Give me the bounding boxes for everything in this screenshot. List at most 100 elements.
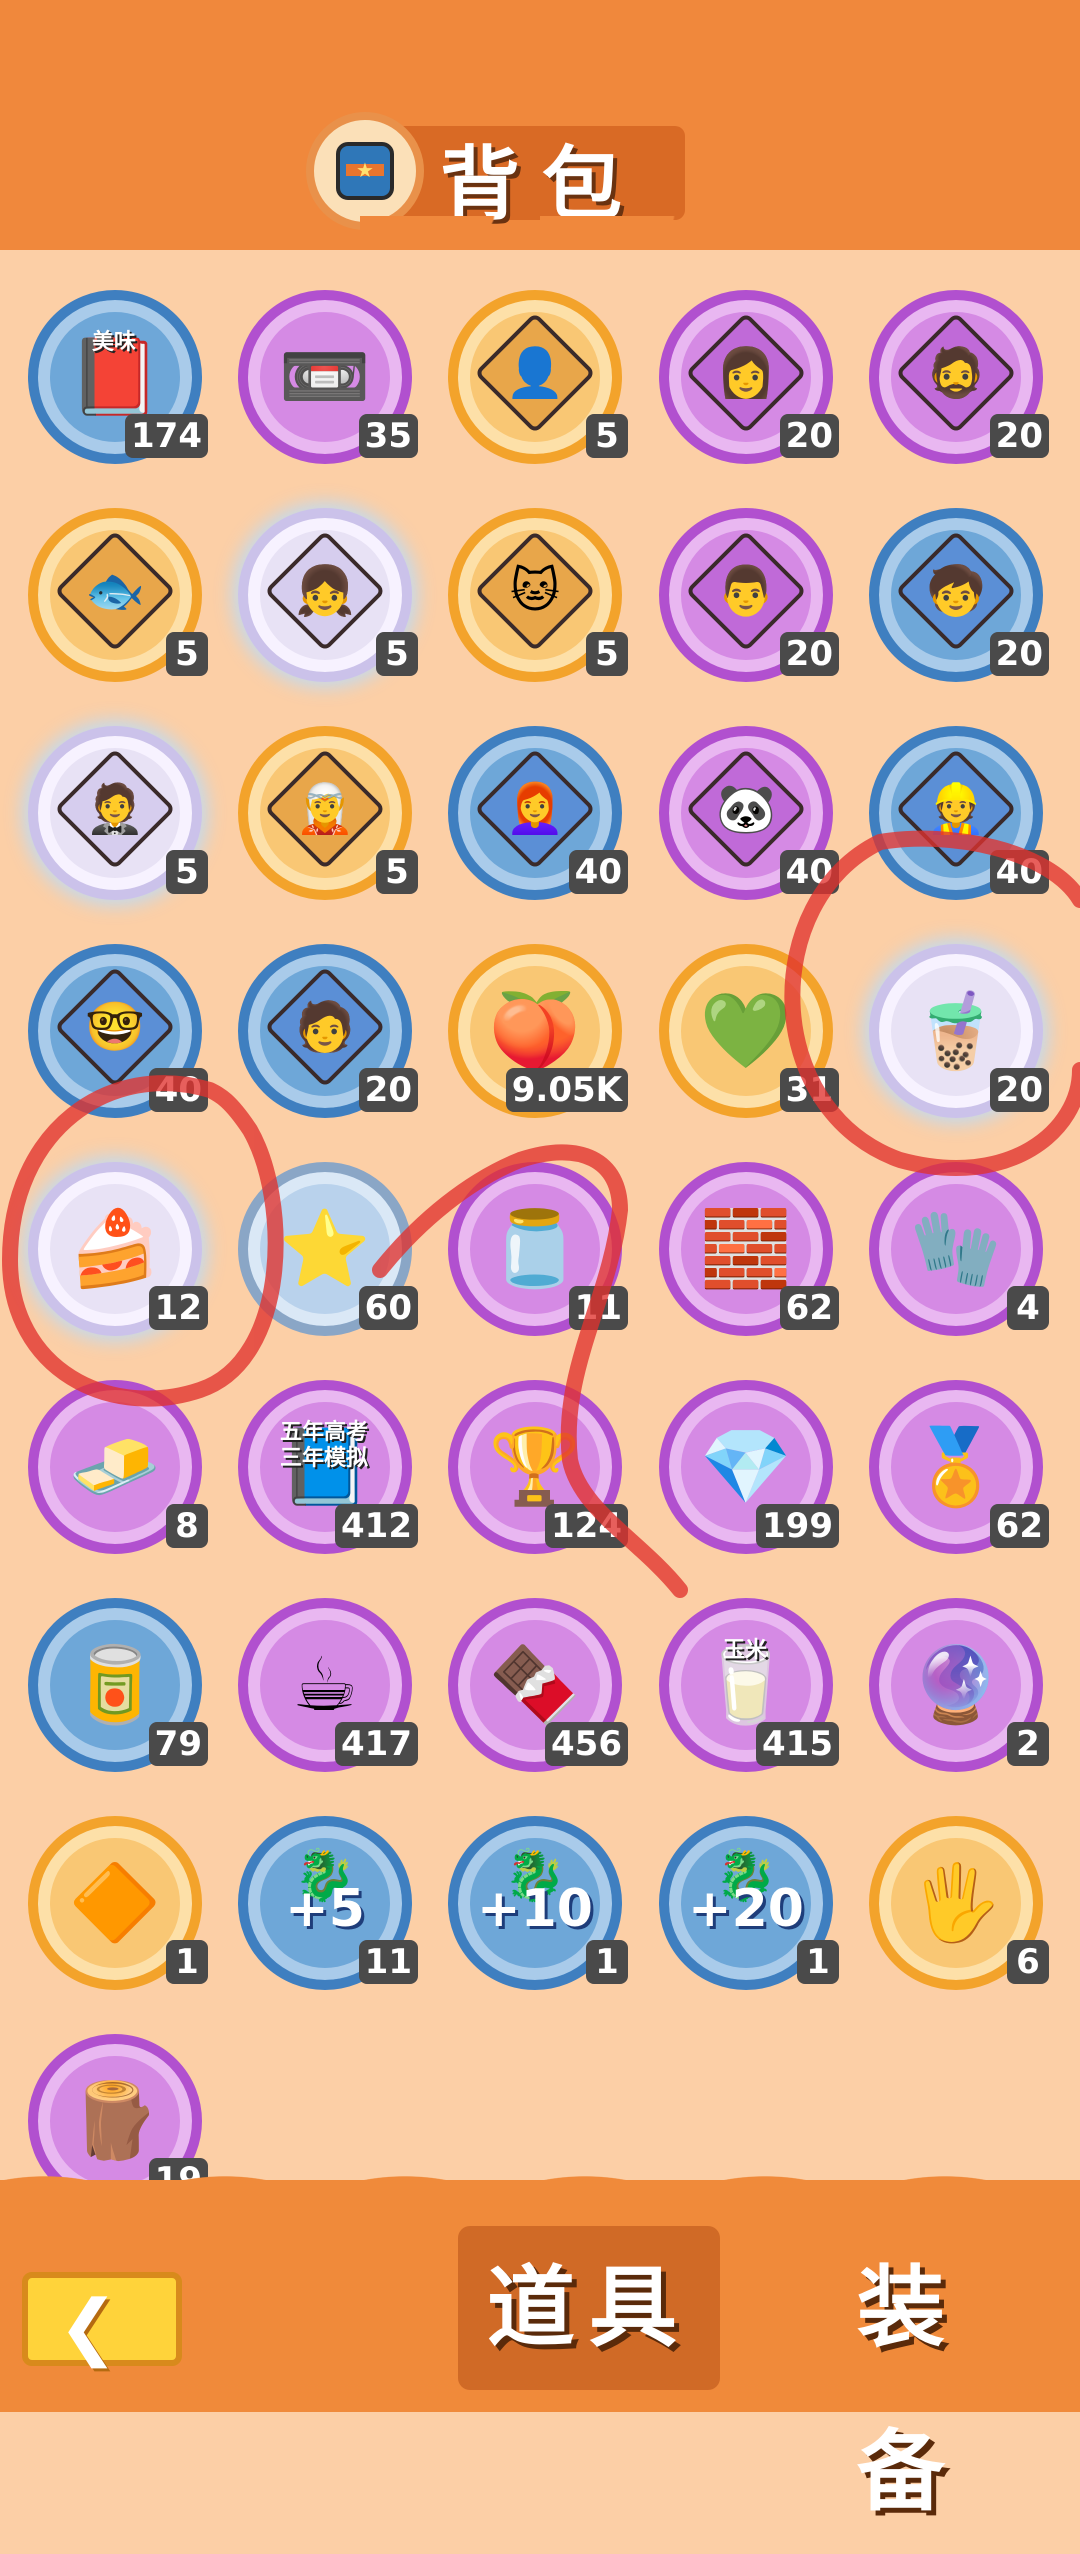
bubble-tea-item[interactable]: 🧋 20 [869, 944, 1049, 1118]
item-count-badge: 5 [376, 632, 418, 676]
building-blocks-item[interactable]: 🧱 62 [659, 1162, 839, 1336]
puzzle-piece-item[interactable]: 🤓 40 [28, 944, 208, 1118]
bonus-label: +5 [285, 1879, 365, 1939]
glove-icon: 🧤 [909, 1206, 1003, 1292]
glove-item[interactable]: 🧤 4 [869, 1162, 1049, 1336]
workbook-item[interactable]: 📘 五年高考 三年模拟 412 [238, 1380, 418, 1554]
diamond-icon: 💎 [699, 1424, 793, 1510]
puzzle-piece-item[interactable]: 🧒 20 [869, 508, 1049, 682]
orange-crystal-item[interactable]: 🔶 1 [28, 1816, 208, 1990]
item-count-badge: 4 [1007, 1286, 1049, 1330]
puzzle-piece-item[interactable]: 🧔 20 [869, 290, 1049, 464]
item-count-badge: 62 [989, 1504, 1049, 1548]
green-heart-icon: 💚 [699, 988, 793, 1074]
puzzle-piece-item[interactable]: 👨 20 [659, 508, 839, 682]
building-blocks-icon: 🧱 [699, 1206, 793, 1292]
item-count-badge: 12 [148, 1286, 208, 1330]
butter-icon: 🧈 [68, 1424, 162, 1510]
item-count-badge: 9.05K [505, 1068, 628, 1112]
item-count-badge: 11 [358, 1940, 418, 1984]
item-count-badge: 5 [586, 414, 628, 458]
item-count-badge: 40 [148, 1068, 208, 1112]
back-arrow-icon: ❮ [58, 2284, 119, 2368]
wooden-club-icon: 🪵 [68, 2078, 162, 2164]
puzzle-piece-item[interactable]: 👤 5 [448, 290, 628, 464]
coffee-chocolate-icon: 🍫 [488, 1642, 582, 1728]
item-count-badge: 20 [989, 632, 1049, 676]
back-button[interactable]: ❮ [22, 2272, 182, 2368]
golden-hand-item[interactable]: 🖐️ 6 [869, 1816, 1049, 1990]
item-count-badge: 20 [989, 414, 1049, 458]
item-label-text: 玉米 [722, 1638, 767, 1663]
bonus-label: +20 [688, 1879, 804, 1939]
orange-crystal-icon: 🔶 [68, 1860, 162, 1946]
jar-item[interactable]: 🫙 11 [448, 1162, 628, 1336]
heart-medal-icon: 🏅 [909, 1424, 1003, 1510]
puzzle-piece-item[interactable]: 👩 20 [659, 290, 839, 464]
cake-slice-item[interactable]: 🍰 12 [28, 1162, 208, 1336]
item-count-badge: 40 [989, 850, 1049, 894]
item-label-text: 五年高考 三年模拟 [279, 1420, 368, 1471]
cookbook-item[interactable]: 📕 美味 174 [28, 290, 208, 464]
backpack-icon [306, 112, 424, 230]
tab-props[interactable]: 道具 [458, 2226, 720, 2390]
purple-crystal-item[interactable]: 🔮 2 [869, 1598, 1049, 1772]
green-heart-item[interactable]: 💚 31 [659, 944, 839, 1118]
item-count-badge: 20 [779, 632, 839, 676]
corn-milk-item[interactable]: 🥛 玉米 415 [659, 1598, 839, 1772]
item-count-badge: 2 [1007, 1722, 1049, 1766]
videotape-icon: 📼 [278, 334, 372, 420]
dragon-fruit-plus-5-item[interactable]: 🐉 +5 11 [238, 1816, 418, 1990]
heart-medal-item[interactable]: 🏅 62 [869, 1380, 1049, 1554]
item-count-badge: 1 [586, 1940, 628, 1984]
item-count-badge: 174 [125, 414, 208, 458]
trophy-icon: 🏆 [488, 1424, 582, 1510]
item-count-badge: 8 [166, 1504, 208, 1548]
diamond-item[interactable]: 💎 199 [659, 1380, 839, 1554]
item-count-badge: 5 [376, 850, 418, 894]
cake-slice-icon: 🍰 [68, 1206, 162, 1292]
item-count-badge: 6 [1007, 1940, 1049, 1984]
puzzle-piece-item[interactable]: 👩‍🦰 40 [448, 726, 628, 900]
item-count-badge: 417 [335, 1722, 418, 1766]
trophy-item[interactable]: 🏆 124 [448, 1380, 628, 1554]
butter-item[interactable]: 🧈 8 [28, 1380, 208, 1554]
item-count-badge: 415 [756, 1722, 839, 1766]
item-count-badge: 79 [148, 1722, 208, 1766]
item-count-badge: 11 [568, 1286, 628, 1330]
item-count-badge: 456 [545, 1722, 628, 1766]
videotape-item[interactable]: 📼 35 [238, 290, 418, 464]
item-count-badge: 20 [779, 414, 839, 458]
item-count-badge: 62 [779, 1286, 839, 1330]
item-count-badge: 40 [568, 850, 628, 894]
peach-icon: 🍑 [488, 988, 582, 1074]
tab-equipment[interactable]: 装备 [808, 2226, 1008, 2523]
item-count-badge: 1 [797, 1940, 839, 1984]
dragon-fruit-plus-20-item[interactable]: 🐉 +20 1 [659, 1816, 839, 1990]
coffee-chocolate-item[interactable]: 🍫 456 [448, 1598, 628, 1772]
coffee-cup-item[interactable]: ☕ 417 [238, 1598, 418, 1772]
puzzle-piece-item[interactable]: 🐼 40 [659, 726, 839, 900]
puzzle-piece-item[interactable]: 👷 40 [869, 726, 1049, 900]
header-bar: 背包 [0, 0, 1080, 276]
ingredients-icon: 🥫 [68, 1642, 162, 1728]
item-count-badge: 199 [756, 1504, 839, 1548]
puzzle-piece-item[interactable]: 🐱 5 [448, 508, 628, 682]
golden-hand-icon: 🖐️ [909, 1860, 1003, 1946]
item-count-badge: 5 [166, 632, 208, 676]
coffee-cup-icon: ☕ [291, 1642, 359, 1728]
star-badge-item[interactable]: ⭐ 60 [238, 1162, 418, 1336]
item-count-badge: 5 [166, 850, 208, 894]
puzzle-piece-item[interactable]: 🧑 20 [238, 944, 418, 1118]
ingredients-item[interactable]: 🥫 79 [28, 1598, 208, 1772]
puzzle-piece-item[interactable]: 🐟 5 [28, 508, 208, 682]
bubble-tea-icon: 🧋 [909, 988, 1003, 1074]
puzzle-piece-item[interactable]: 🤵 5 [28, 726, 208, 900]
dragon-fruit-plus-10-item[interactable]: 🐉 +10 1 [448, 1816, 628, 1990]
puzzle-piece-item[interactable]: 🧝 5 [238, 726, 418, 900]
purple-crystal-icon: 🔮 [909, 1642, 1003, 1728]
item-label-text: 美味 [91, 330, 136, 355]
peach-item[interactable]: 🍑 9.05K [448, 944, 628, 1118]
puzzle-piece-item[interactable]: 👧 5 [238, 508, 418, 682]
item-count-badge: 31 [779, 1068, 839, 1112]
